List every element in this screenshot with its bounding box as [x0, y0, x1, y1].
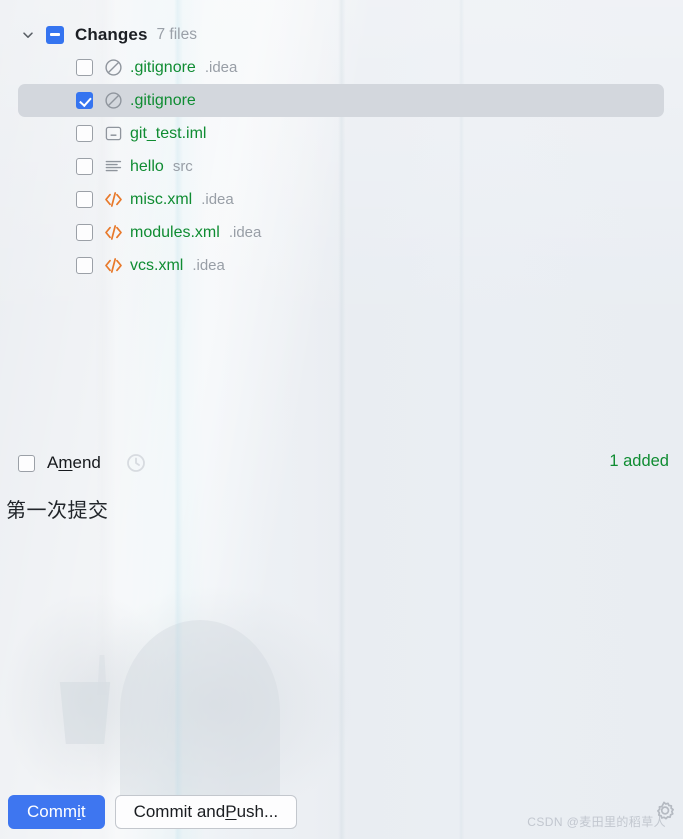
changed-file-row[interactable]: misc.xml .idea — [0, 183, 683, 216]
indeterminate-dash-icon — [50, 33, 60, 36]
changes-tree: Changes 7 files .gitignore .idea .gitignor… — [0, 0, 683, 282]
file-name: git_test.iml — [130, 124, 207, 142]
file-path: .idea — [192, 257, 225, 274]
file-path: .idea — [228, 224, 262, 241]
amend-label: Amend — [47, 453, 101, 473]
ignored-file-icon — [103, 58, 123, 78]
changed-file-row[interactable]: vcs.xml .idea — [0, 249, 683, 282]
file-checkbox[interactable] — [76, 92, 93, 109]
changes-file-count: 7 files — [156, 25, 198, 43]
file-name: modules.xml — [130, 223, 220, 241]
changes-group-title: Changes — [75, 24, 148, 44]
changed-file-row[interactable]: modules.xml .idea — [0, 216, 683, 249]
changed-file-row[interactable]: hello src — [0, 150, 683, 183]
changes-group-header[interactable]: Changes 7 files — [0, 18, 683, 51]
changed-file-row[interactable]: git_test.iml — [0, 117, 683, 150]
file-checkbox[interactable] — [76, 224, 93, 241]
file-checkbox[interactable] — [76, 257, 93, 274]
commit-and-push-button[interactable]: Commit and Push... — [114, 794, 298, 829]
commit-message-input[interactable]: 第一次提交 — [6, 494, 109, 523]
commit-tool-window: Changes 7 files .gitignore .idea .gitignor… — [0, 0, 683, 839]
xml-file-icon — [103, 223, 123, 243]
file-checkbox[interactable] — [76, 158, 93, 175]
module-file-icon — [103, 124, 123, 144]
file-name: .gitignore — [130, 58, 196, 76]
amend-checkbox[interactable] — [18, 454, 35, 472]
ignored-file-icon — [103, 91, 123, 111]
changed-file-row[interactable]: .gitignore — [0, 84, 683, 117]
chevron-down-icon[interactable] — [18, 25, 38, 45]
xml-file-icon — [103, 190, 123, 210]
file-name: vcs.xml — [130, 256, 184, 274]
amend-label-before: A — [47, 453, 59, 472]
file-name: hello — [130, 157, 164, 175]
commit-button[interactable]: Comm i t — [8, 794, 105, 829]
xml-file-icon — [103, 256, 123, 276]
commit-button-label-before: Comm — [27, 801, 78, 821]
file-checkbox[interactable] — [76, 125, 93, 142]
changed-file-row[interactable]: .gitignore .idea — [0, 51, 683, 84]
amend-label-mnemonic: m — [58, 453, 73, 472]
file-checkbox[interactable] — [76, 191, 93, 208]
button-bar: Comm i t Commit and Push... — [0, 784, 683, 839]
file-path: .idea — [201, 191, 234, 208]
clock-icon[interactable] — [125, 452, 147, 474]
file-name: .gitignore — [130, 91, 196, 109]
commit-and-push-label-after: ush... — [236, 801, 279, 821]
commit-and-push-label-mnemonic: P — [225, 801, 237, 821]
gear-icon[interactable] — [651, 799, 677, 825]
file-checkbox[interactable] — [76, 59, 93, 76]
amend-label-after: end — [72, 453, 101, 472]
amend-row[interactable]: Amend — [18, 450, 147, 476]
file-name: misc.xml — [130, 190, 193, 208]
changes-group-checkbox[interactable] — [46, 25, 64, 44]
changed-files-list: .gitignore .idea .gitignore git_test.imlhel… — [0, 51, 683, 282]
added-count-label: 1 added — [609, 452, 669, 470]
commit-and-push-label-before: Commit and — [133, 801, 226, 821]
commit-button-label-after: t — [80, 801, 86, 821]
watermark: CSDN @麦田里的稻草人 — [527, 815, 666, 829]
text-file-icon — [103, 157, 123, 177]
file-path: src — [172, 158, 193, 175]
file-path: .idea — [204, 59, 238, 76]
